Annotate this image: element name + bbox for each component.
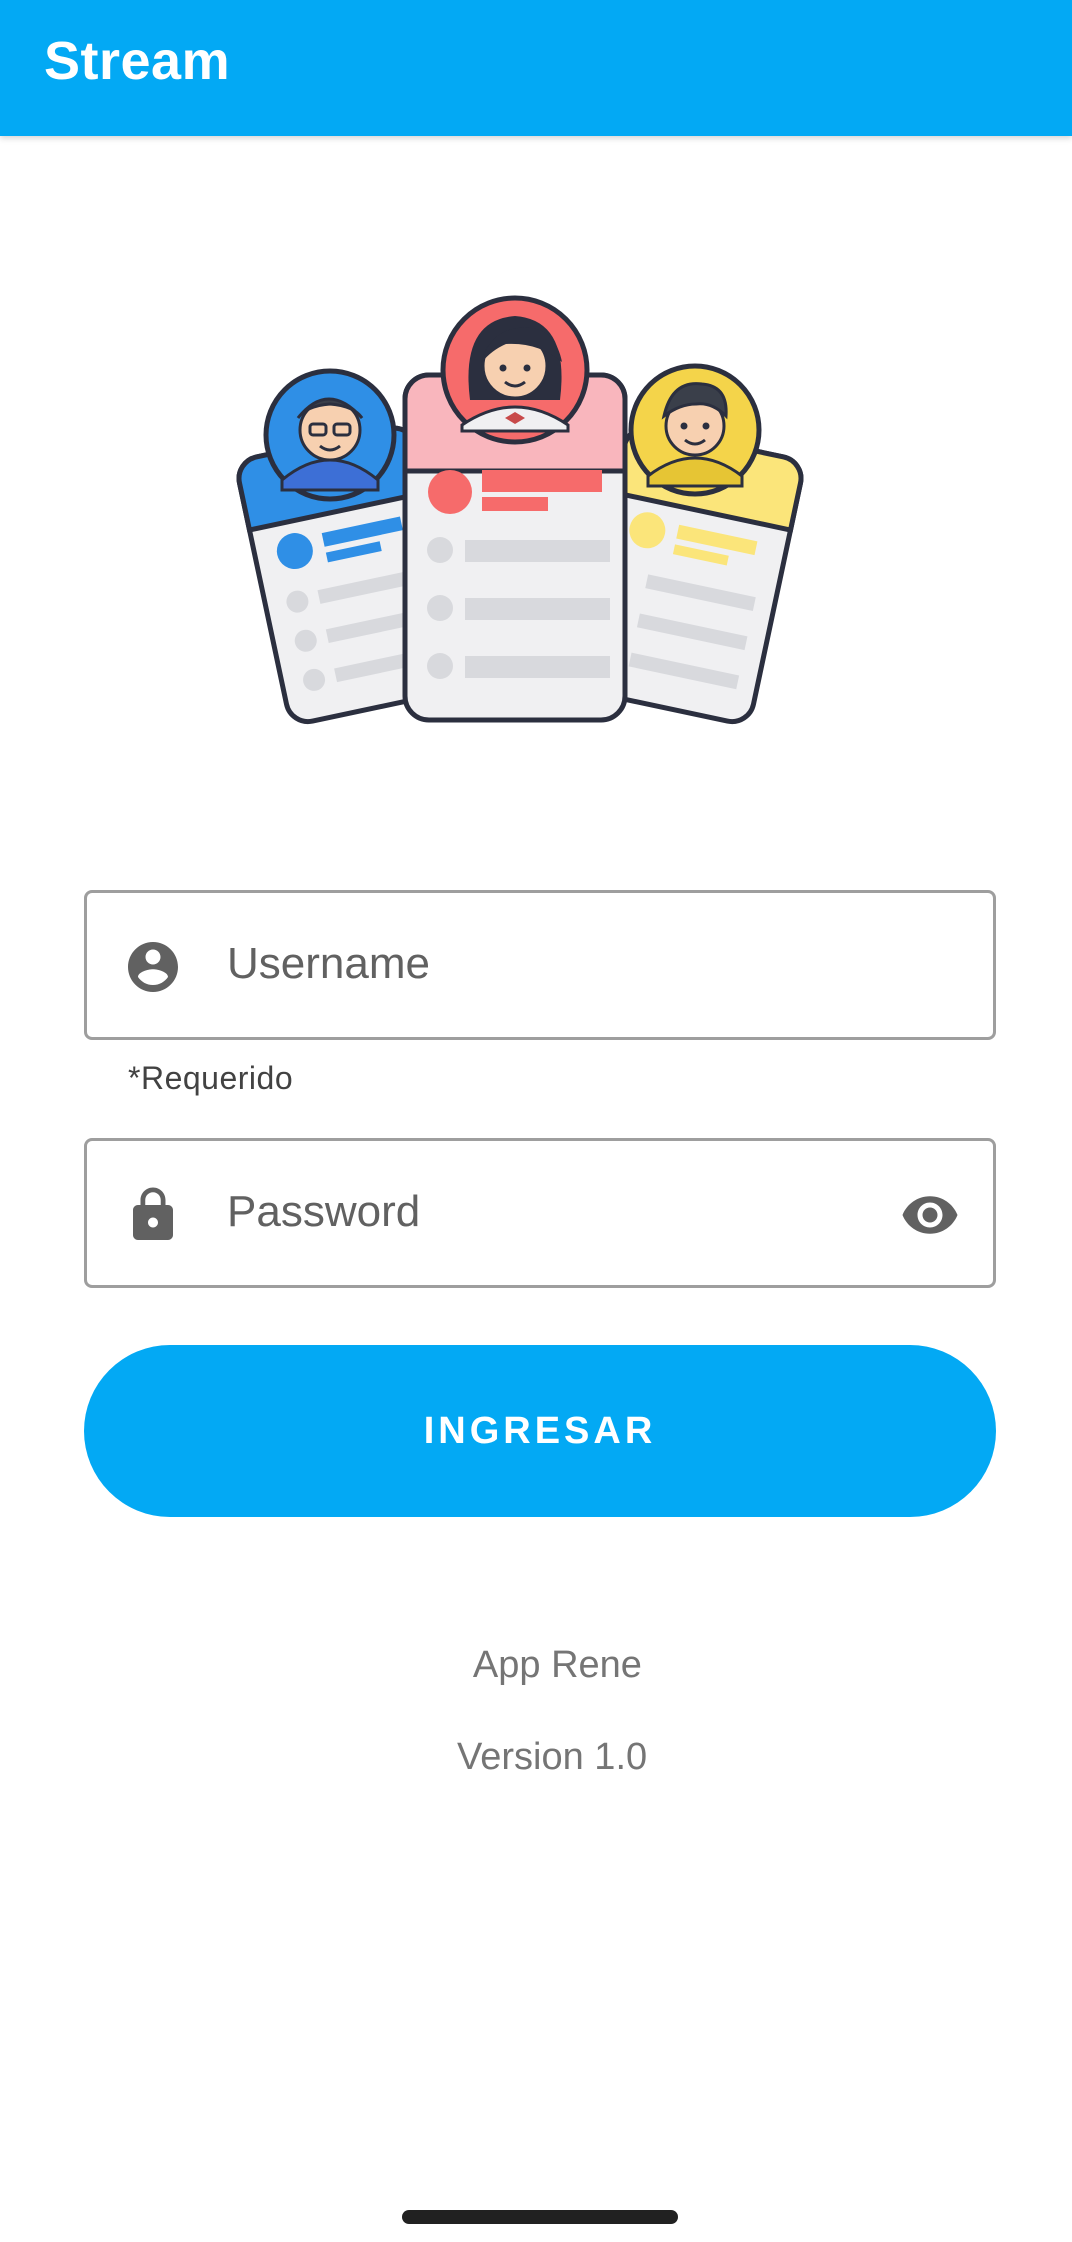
eye-icon[interactable] [897,1185,963,1245]
login-button[interactable]: INGRESAR [84,1345,996,1517]
account-circle-icon [128,942,178,992]
password-input[interactable]: Password [227,1187,420,1237]
username-helper-text: *Requerido [128,1060,294,1096]
version-text: Version 1.0 [457,1736,648,1778]
username-field[interactable]: Username [84,890,996,1040]
user-profile-cards-illustration [236,295,804,725]
home-indicator[interactable] [402,2210,678,2224]
app-bar: Stream [0,0,1072,136]
password-field[interactable]: Password [84,1138,996,1288]
app-name-text: App Rene [472,1644,642,1686]
app-title: Stream [44,31,231,91]
username-input[interactable]: Username [227,939,430,989]
lock-icon [133,1187,173,1240]
